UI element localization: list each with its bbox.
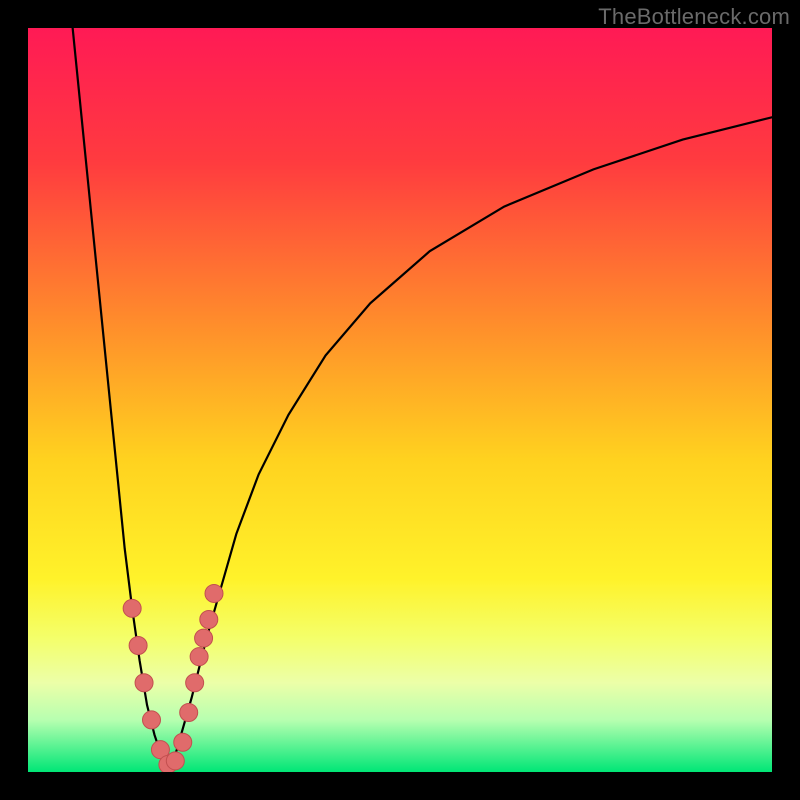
marker-point <box>186 674 204 692</box>
marker-point <box>174 733 192 751</box>
marker-point <box>135 674 153 692</box>
watermark-text: TheBottleneck.com <box>598 4 790 30</box>
marker-point <box>205 584 223 602</box>
marker-point <box>195 629 213 647</box>
marker-point <box>166 752 184 770</box>
outer-frame: TheBottleneck.com <box>0 0 800 800</box>
chart-svg <box>28 28 772 772</box>
plot-area <box>28 28 772 772</box>
marker-point <box>180 703 198 721</box>
marker-point <box>129 637 147 655</box>
marker-point <box>190 648 208 666</box>
marker-point <box>143 711 161 729</box>
marker-point <box>200 610 218 628</box>
marker-point <box>123 599 141 617</box>
